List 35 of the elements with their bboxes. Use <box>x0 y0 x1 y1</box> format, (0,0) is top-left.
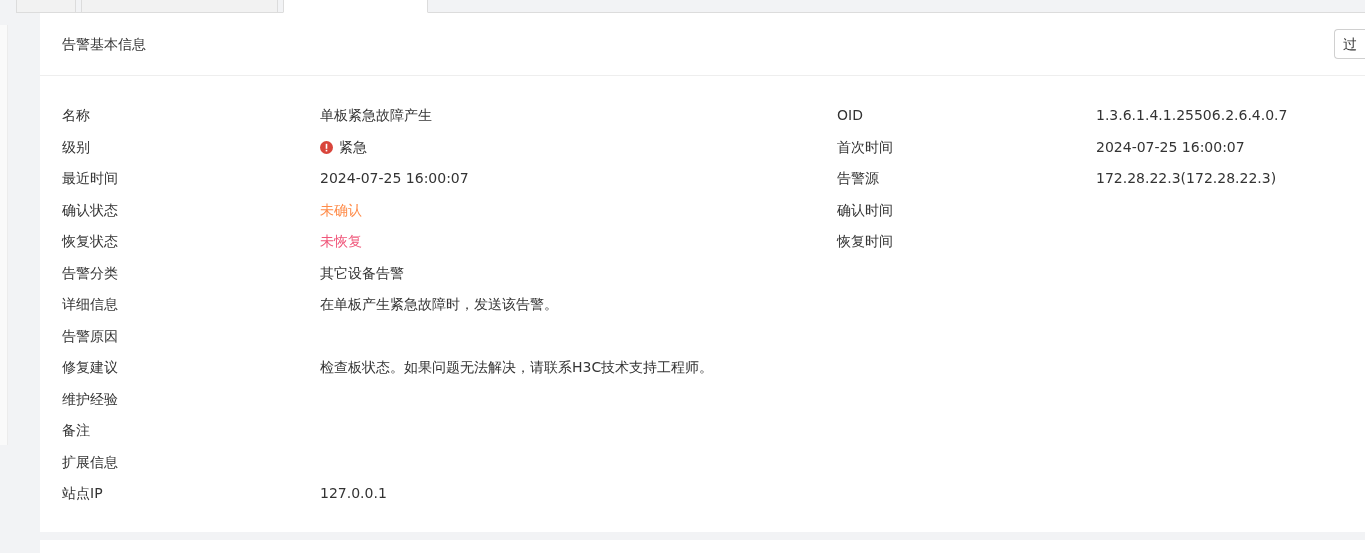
field-label: 级别 <box>62 137 91 157</box>
field-label: 恢复时间 <box>837 232 894 251</box>
field-label: 首次时间 <box>837 137 894 157</box>
field-value: 检查板状态。如果问题无法解决，请联系H3C技术支持工程师。 <box>320 358 715 377</box>
field-label: 修复建议 <box>62 358 119 377</box>
field-value: 127.0.0.1 <box>320 484 388 503</box>
field-value: 172.28.22.3(172.28.22.3) <box>1096 169 1278 188</box>
field-label: 恢复状态 <box>62 232 119 251</box>
status-text: 未确认 <box>320 200 363 220</box>
status-text: 未恢复 <box>320 232 363 251</box>
field-label: 告警原因 <box>62 326 119 346</box>
tab[interactable] <box>16 0 76 13</box>
field-label: 备注 <box>62 421 91 440</box>
field-value: 1.3.6.1.4.1.25506.2.6.4.0.7 <box>1096 106 1289 125</box>
field-label: OID <box>837 106 864 125</box>
field-label: 名称 <box>62 106 91 125</box>
field-label: 告警分类 <box>62 263 119 283</box>
field-value: 2024-07-25 16:00:07 <box>1096 137 1246 157</box>
tab[interactable] <box>283 0 428 13</box>
section-title: 告警基本信息 <box>62 34 146 54</box>
field-value: 2024-07-25 16:00:07 <box>320 169 470 188</box>
field-label: 确认时间 <box>837 200 894 220</box>
field-label: 维护经验 <box>62 389 119 409</box>
field-label: 告警源 <box>837 169 880 188</box>
field-label: 站点IP <box>62 484 104 503</box>
filter-button[interactable]: 过 <box>1334 29 1365 59</box>
field-label: 确认状态 <box>62 200 119 220</box>
field-label: 扩展信息 <box>62 452 119 472</box>
field-label: 最近时间 <box>62 169 119 188</box>
field-value: 在单板产生紧急故障时，发送该告警。 <box>320 295 559 314</box>
field-label: 详细信息 <box>62 295 119 314</box>
field-value: 其它设备告警 <box>320 263 405 283</box>
tab[interactable] <box>81 0 278 13</box>
field-value: 单板紧急故障产生 <box>320 106 433 125</box>
severity-text: 紧急 <box>339 137 367 157</box>
